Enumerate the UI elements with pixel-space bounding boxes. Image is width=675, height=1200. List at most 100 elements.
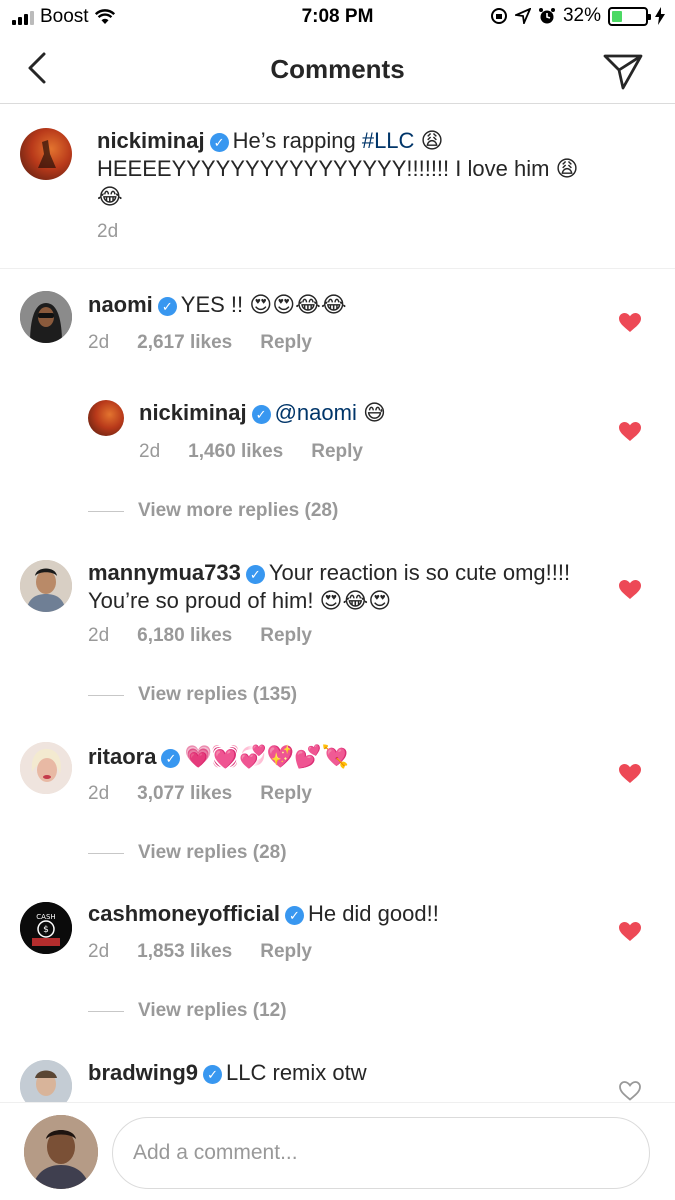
charging-icon [655, 7, 665, 25]
comment-meta: 2d 1,460 likes Reply [139, 441, 363, 463]
heart-filled-icon[interactable] [619, 764, 641, 784]
heart-filled-icon[interactable] [619, 580, 641, 600]
avatar[interactable] [20, 560, 72, 612]
avatar[interactable] [20, 742, 72, 794]
caption-text: nickiminaj ✓ He’s rapping #LLC 😩 HEEEEYYYY… [97, 127, 597, 211]
like-count[interactable]: 6,180 likes [137, 625, 232, 647]
reply-button[interactable]: Reply [260, 783, 312, 805]
location-icon [514, 8, 531, 24]
status-icons: 32% [490, 5, 665, 27]
page-title: Comments [270, 54, 405, 84]
caption-username[interactable]: nickiminaj [97, 128, 205, 153]
comment-text: mannymua733 ✓ Your reaction is so cute omg… [88, 559, 588, 615]
heart-filled-icon[interactable] [619, 422, 641, 442]
comment-time: 2d [88, 783, 110, 804]
comment-meta: 2d 2,617 likes Reply [88, 332, 312, 354]
divider-line [88, 510, 124, 512]
mention-link[interactable]: @naomi [275, 400, 357, 425]
comment-row: naomi ✓ YES !! 😍😍😂😂 2d 2,617 likes Reply [0, 269, 675, 369]
divider-line [88, 852, 124, 854]
comment-body: 😅 [356, 400, 386, 425]
view-replies-label[interactable]: View more replies (28) [138, 500, 338, 522]
svg-text:$: $ [43, 925, 49, 935]
like-count[interactable]: 2,617 likes [137, 332, 232, 354]
battery-icon [608, 6, 651, 26]
comment-row: CASH $ cashmoneyofficial ✓ He did good!! 2d… [0, 888, 675, 978]
heart-filled-icon[interactable] [619, 313, 641, 333]
heart-outline-icon[interactable] [619, 1081, 641, 1101]
view-more-replies[interactable]: View more replies (28) [88, 500, 338, 522]
comment-text: bradwing9 ✓ LLC remix otw [88, 1059, 588, 1087]
hashtag-link[interactable]: #LLC [362, 128, 415, 153]
comment-meta: 2d 1,853 likes Reply [88, 941, 312, 963]
comment-row: mannymua733 ✓ Your reaction is so cute omg… [0, 548, 675, 658]
avatar[interactable] [88, 400, 124, 436]
verified-badge-icon: ✓ [251, 405, 271, 424]
header: Comments [0, 36, 675, 104]
caption-meta: 2d [97, 221, 118, 243]
user-avatar [24, 1115, 98, 1189]
comment-meta: 2d 3,077 likes Reply [88, 783, 312, 805]
comment-row: ritaora ✓ 💗💓💞💖💕💘 2d 3,077 likes Reply [0, 730, 675, 820]
comment-text: nickiminaj ✓ @naomi 😅 [139, 399, 579, 427]
view-replies-label[interactable]: View replies (135) [138, 684, 297, 706]
comment-time: 2d [139, 441, 161, 462]
view-replies-label[interactable]: View replies (28) [138, 842, 287, 864]
verified-badge-icon: ✓ [284, 906, 304, 925]
verified-badge-icon: ✓ [161, 749, 181, 768]
comment-username[interactable]: naomi [88, 292, 153, 317]
view-replies-label[interactable]: View replies (12) [138, 1000, 287, 1022]
comment-username[interactable]: cashmoneyofficial [88, 901, 280, 926]
verified-badge-icon: ✓ [245, 565, 265, 584]
like-count[interactable]: 1,853 likes [137, 941, 232, 963]
comment-username[interactable]: ritaora [88, 744, 156, 769]
reply-button[interactable]: Reply [260, 941, 312, 963]
comment-body: YES !! 😍😍😂😂 [180, 292, 347, 317]
verified-badge-icon: ✓ [203, 1065, 223, 1084]
avatar[interactable] [20, 128, 72, 180]
comment-username[interactable]: nickiminaj [139, 400, 247, 425]
reply-button[interactable]: Reply [260, 625, 312, 647]
caption-text-before: He’s rapping [232, 128, 362, 153]
caption: nickiminaj ✓ He’s rapping #LLC 😩 HEEEEYYYY… [0, 104, 675, 269]
comment-body: He did good!! [307, 901, 439, 926]
like-count[interactable]: 3,077 likes [137, 783, 232, 805]
heart-filled-icon[interactable] [619, 922, 641, 942]
comment-username[interactable]: bradwing9 [88, 1060, 198, 1085]
reply-button[interactable]: Reply [311, 441, 363, 463]
status-bar: Boost 7:08 PM 32% [0, 0, 675, 36]
view-replies[interactable]: View replies (28) [88, 842, 287, 864]
verified-badge-icon: ✓ [209, 133, 229, 152]
divider-line [88, 694, 124, 696]
reply-row: nickiminaj ✓ @naomi 😅 2d 1,460 likes Reply [0, 380, 675, 480]
orientation-lock-icon [490, 8, 507, 24]
comment-text: naomi ✓ YES !! 😍😍😂😂 [88, 291, 588, 319]
comment-time: 2d [88, 941, 110, 962]
comment-text: ritaora ✓ 💗💓💞💖💕💘 [88, 743, 588, 771]
divider-line [88, 1010, 124, 1012]
view-replies[interactable]: View replies (135) [88, 684, 297, 706]
comment-body: 💗💓💞💖💕💘 [184, 744, 349, 769]
reply-button[interactable]: Reply [260, 332, 312, 354]
avatar[interactable] [20, 1060, 72, 1102]
caption-time: 2d [97, 221, 119, 242]
direct-send-icon[interactable] [601, 48, 645, 92]
comment-time: 2d [88, 625, 110, 646]
comment-input-placeholder: Add a comment... [133, 1141, 298, 1164]
view-replies[interactable]: View replies (12) [88, 1000, 287, 1022]
comment-body: LLC remix otw [226, 1060, 367, 1085]
comment-username[interactable]: mannymua733 [88, 560, 241, 585]
comment-time: 2d [88, 332, 110, 353]
avatar[interactable]: CASH $ [20, 902, 72, 954]
alarm-icon [538, 8, 555, 24]
comment-input[interactable]: Add a comment... [112, 1117, 650, 1189]
like-count[interactable]: 1,460 likes [188, 441, 283, 463]
verified-badge-icon: ✓ [157, 297, 177, 316]
svg-text:CASH: CASH [36, 913, 55, 921]
comment-row: bradwing9 ✓ LLC remix otw [0, 1048, 675, 1102]
avatar[interactable] [20, 291, 72, 343]
comment-meta: 2d 6,180 likes Reply [88, 625, 312, 647]
comment-composer: Add a comment... [0, 1102, 675, 1200]
battery-percent: 32% [562, 5, 601, 26]
comment-text: cashmoneyofficial ✓ He did good!! [88, 900, 588, 928]
